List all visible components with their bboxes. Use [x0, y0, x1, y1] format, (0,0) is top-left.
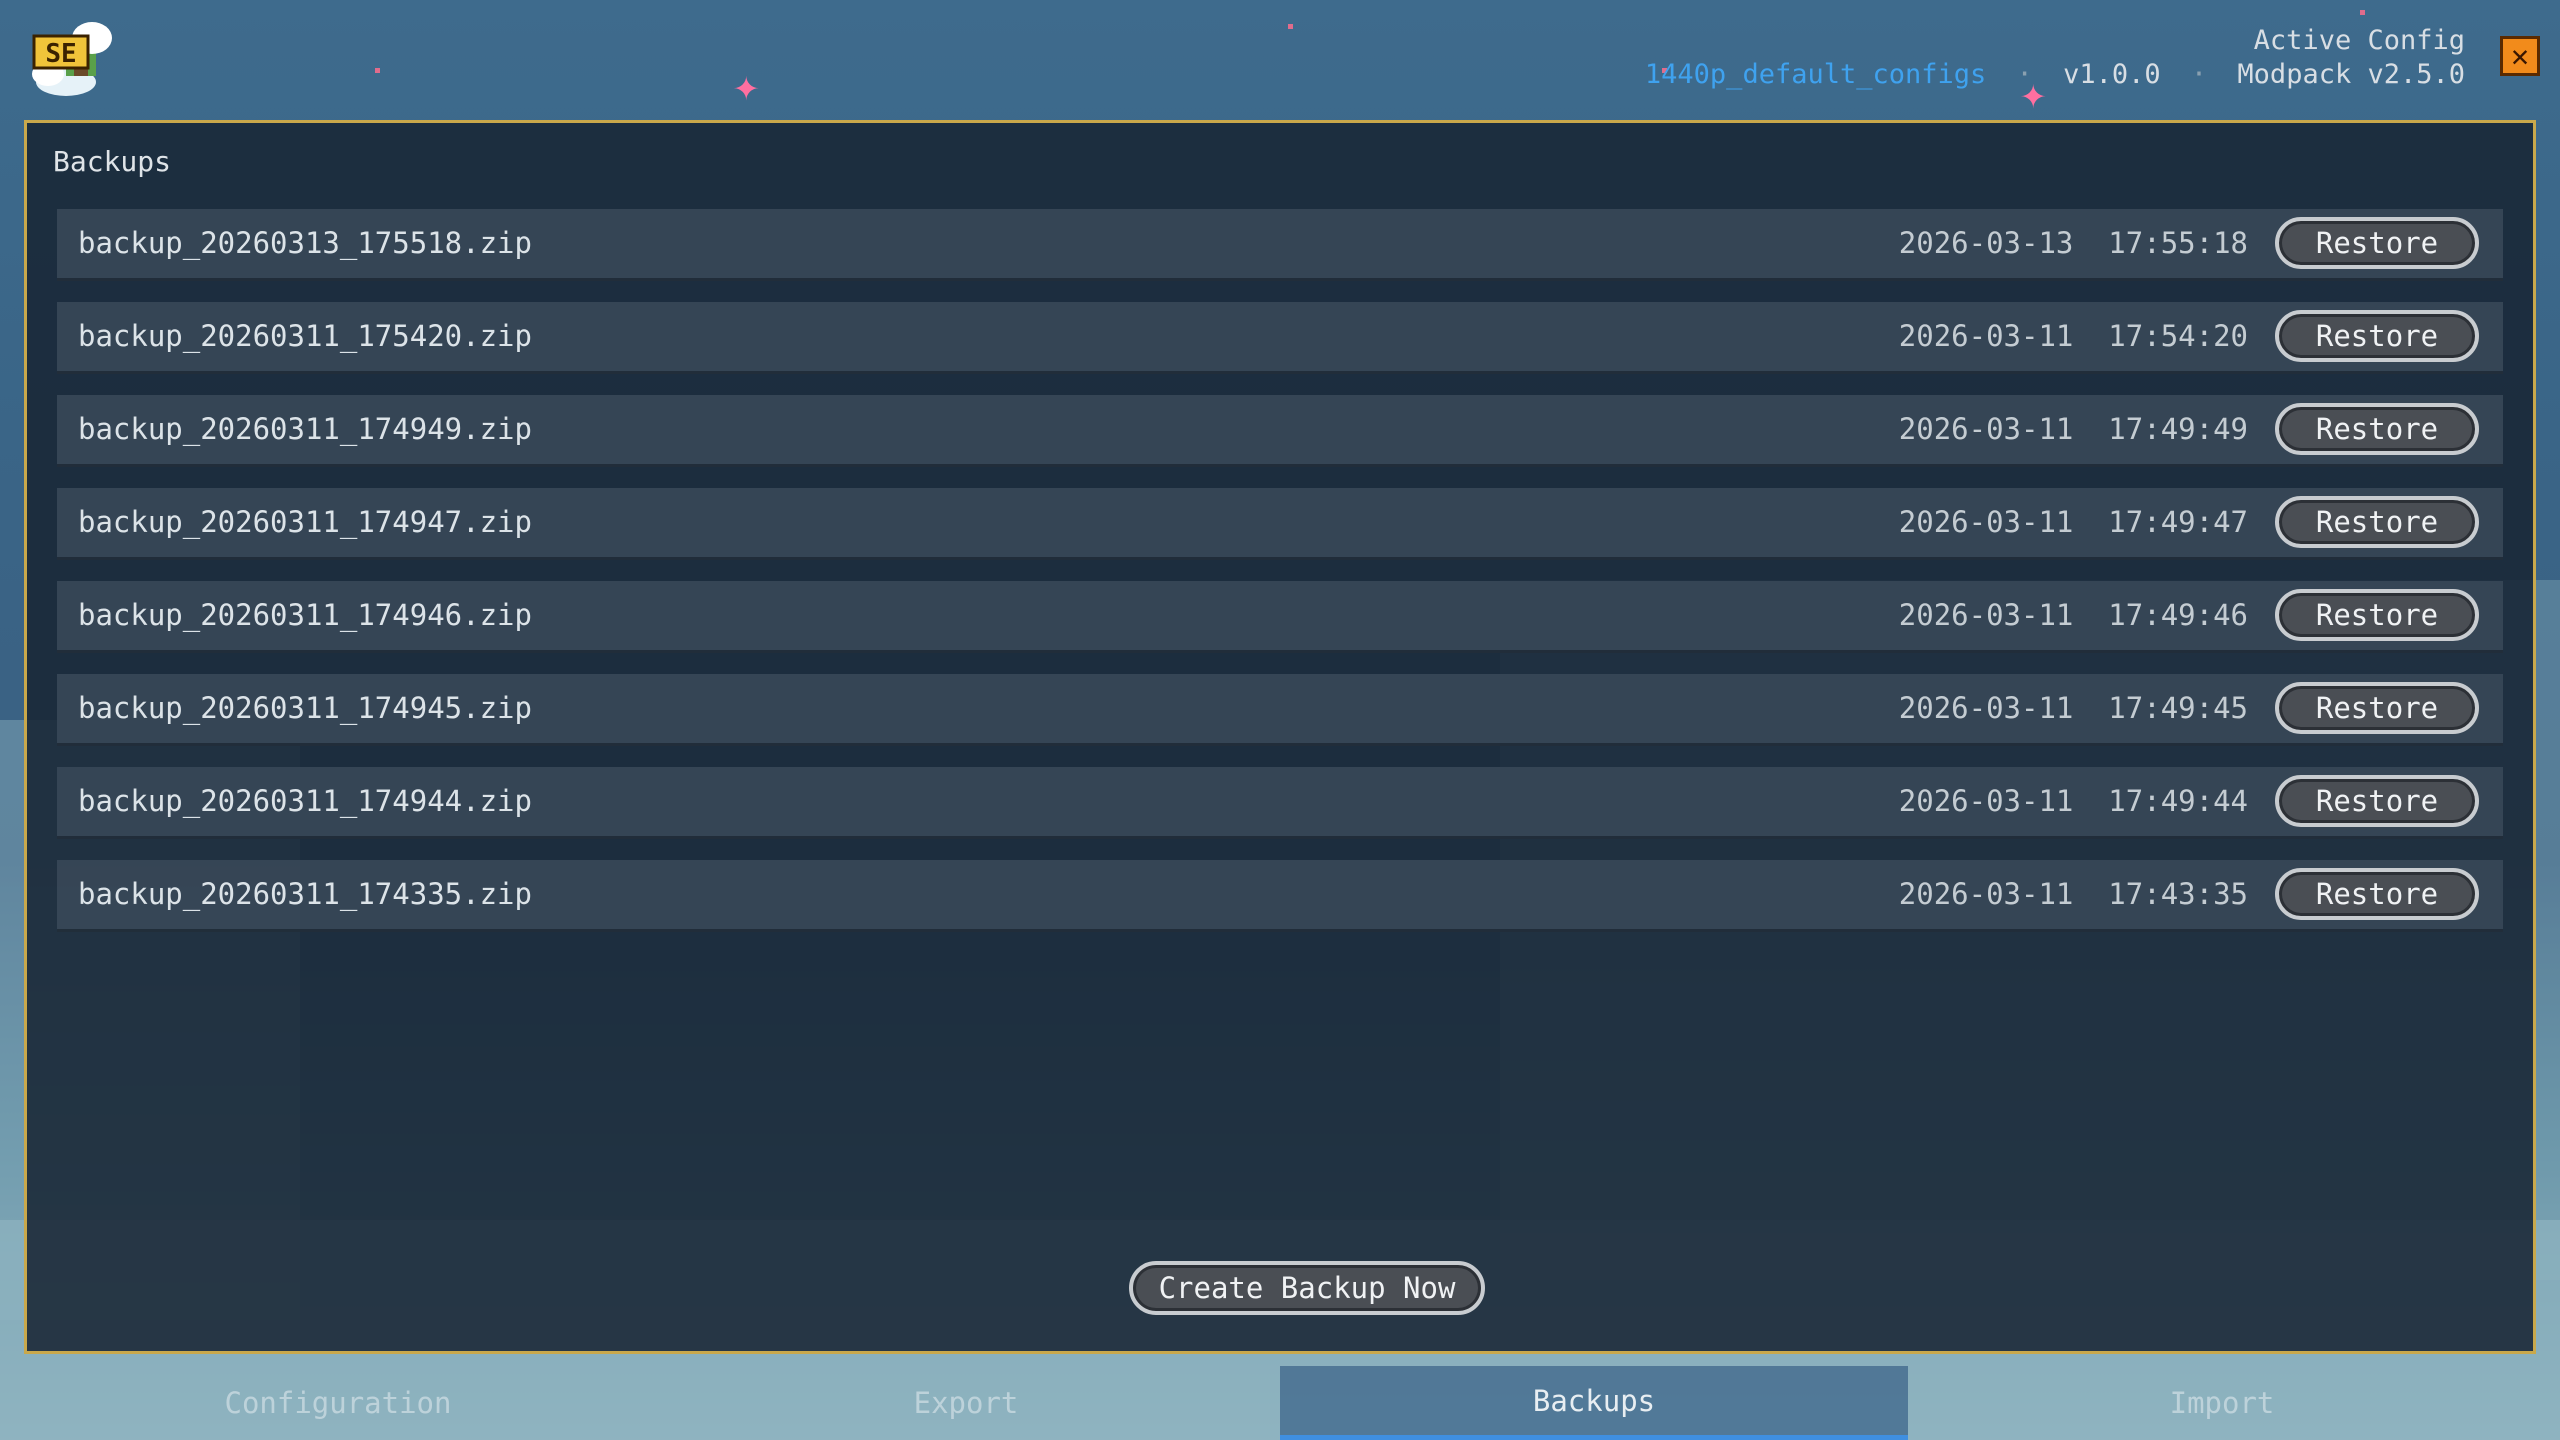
backup-row: backup_20260311_174944.zip 2026-03-11 17…	[57, 767, 2503, 839]
restore-button[interactable]: Restore	[2275, 217, 2479, 269]
backup-timestamp: 2026-03-11 17:49:47	[1898, 505, 2248, 539]
backup-filename: backup_20260311_174945.zip	[78, 691, 532, 725]
backup-row: backup_20260311_174947.zip 2026-03-11 17…	[57, 488, 2503, 560]
close-button[interactable]: ✕	[2500, 36, 2540, 76]
tab-import[interactable]: Import	[1908, 1366, 2536, 1440]
tab-backups[interactable]: Backups	[1280, 1366, 1908, 1440]
logo-text: SE	[45, 39, 76, 69]
backup-row: backup_20260311_174335.zip 2026-03-11 17…	[57, 860, 2503, 932]
backup-row: backup_20260311_175420.zip 2026-03-11 17…	[57, 302, 2503, 374]
backup-timestamp: 2026-03-11 17:49:46	[1898, 598, 2248, 632]
backup-filename: backup_20260313_175518.zip	[78, 226, 532, 260]
backup-filename: backup_20260311_174947.zip	[78, 505, 532, 539]
create-backup-button[interactable]: Create Backup Now	[1129, 1261, 1485, 1315]
backups-panel: Backups backup_20260313_175518.zip 2026-…	[24, 120, 2536, 1354]
panel-title: Backups	[53, 145, 172, 178]
star-dot	[1288, 24, 1293, 29]
star-dot	[375, 68, 380, 73]
active-config-label: Active Config	[2253, 25, 2465, 56]
modpack-version-text: Modpack v2.5.0	[2237, 59, 2465, 90]
separator: ·	[2190, 59, 2208, 90]
backup-row: backup_20260313_175518.zip 2026-03-13 17…	[57, 209, 2503, 281]
separator: ·	[2016, 59, 2033, 90]
sparkle-icon: ✦	[733, 60, 760, 111]
backup-timestamp: 2026-03-11 17:54:20	[1898, 319, 2248, 353]
backup-filename: backup_20260311_174335.zip	[78, 877, 532, 911]
backup-row: backup_20260311_174945.zip 2026-03-11 17…	[57, 674, 2503, 746]
restore-button[interactable]: Restore	[2275, 403, 2479, 455]
tab-bar: Configuration Export Backups Import	[24, 1366, 2536, 1440]
backup-timestamp: 2026-03-11 17:49:44	[1898, 784, 2248, 818]
backup-list: backup_20260313_175518.zip 2026-03-13 17…	[57, 209, 2503, 953]
backup-filename: backup_20260311_175420.zip	[78, 319, 532, 353]
backup-row: backup_20260311_174949.zip 2026-03-11 17…	[57, 395, 2503, 467]
restore-button[interactable]: Restore	[2275, 868, 2479, 920]
backup-timestamp: 2026-03-11 17:49:49	[1898, 412, 2248, 446]
version-text: v1.0.0	[2063, 59, 2161, 90]
restore-button[interactable]: Restore	[2275, 310, 2479, 362]
tab-export[interactable]: Export	[652, 1366, 1280, 1440]
restore-button[interactable]: Restore	[2275, 682, 2479, 734]
backup-filename: backup_20260311_174946.zip	[78, 598, 532, 632]
backup-filename: backup_20260311_174949.zip	[78, 412, 532, 446]
app-logo: SE	[26, 16, 118, 102]
active-config-info: Active Config 1440p_default_configs · v1…	[1631, 24, 2465, 92]
config-name-link[interactable]: 1440p_default_configs	[1645, 59, 1986, 90]
backup-timestamp: 2026-03-11 17:43:35	[1898, 877, 2248, 911]
backup-timestamp: 2026-03-11 17:49:45	[1898, 691, 2248, 725]
restore-button[interactable]: Restore	[2275, 775, 2479, 827]
backup-row: backup_20260311_174946.zip 2026-03-11 17…	[57, 581, 2503, 653]
restore-button[interactable]: Restore	[2275, 496, 2479, 548]
restore-button[interactable]: Restore	[2275, 589, 2479, 641]
config-details: 1440p_default_configs · v1.0.0 · Modpack…	[1631, 58, 2465, 92]
close-icon: ✕	[2510, 38, 2530, 74]
star-dot	[2360, 10, 2365, 15]
tab-configuration[interactable]: Configuration	[24, 1366, 652, 1440]
backup-timestamp: 2026-03-13 17:55:18	[1898, 226, 2248, 260]
backup-filename: backup_20260311_174944.zip	[78, 784, 532, 818]
